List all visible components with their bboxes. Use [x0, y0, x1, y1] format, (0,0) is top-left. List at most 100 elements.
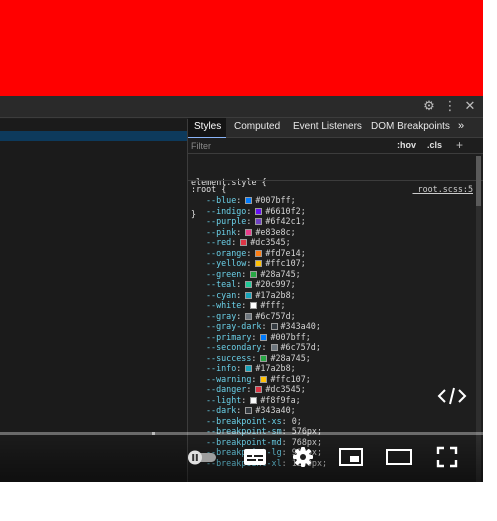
css-variable-row[interactable]: --red: #dc3545; — [206, 237, 327, 248]
color-swatch[interactable] — [245, 197, 253, 204]
tab-computed[interactable]: Computed — [234, 121, 280, 132]
css-variable-name[interactable]: --dark — [206, 405, 236, 415]
color-swatch[interactable] — [250, 270, 258, 278]
css-variable-value[interactable]: #17a2b8 — [255, 363, 290, 373]
close-icon[interactable]: ✕ — [462, 99, 478, 115]
autoplay-toggle-icon[interactable] — [186, 446, 220, 468]
more-vertical-icon[interactable]: ⋮ — [442, 99, 458, 115]
css-variable-row[interactable]: --teal: #20c997; — [206, 279, 327, 290]
css-variable-value[interactable]: #dc3545 — [265, 384, 300, 394]
color-swatch[interactable] — [255, 218, 263, 225]
color-swatch[interactable] — [260, 354, 268, 362]
css-variable-name[interactable]: --success — [206, 353, 251, 363]
css-variable-name[interactable]: --indigo — [206, 206, 246, 216]
css-variable-value[interactable]: #007bff — [255, 195, 290, 205]
css-variable-value[interactable]: #6c757d — [281, 342, 316, 352]
gear-icon[interactable]: ⚙ — [421, 99, 437, 115]
root-selector[interactable]: :root { — [191, 184, 226, 195]
css-variable-name[interactable]: --teal — [206, 279, 236, 289]
css-variable-name[interactable]: --gray-dark — [206, 321, 261, 331]
css-variable-name[interactable]: --secondary — [206, 342, 261, 352]
css-variable-row[interactable]: --primary: #007bff; — [206, 332, 327, 343]
color-swatch[interactable] — [245, 291, 253, 299]
css-variable-row[interactable]: --dark: #343a40; — [206, 405, 327, 416]
css-variable-row[interactable]: --success: #28a745; — [206, 353, 327, 364]
css-variable-value[interactable]: #f8f9fa — [260, 395, 295, 405]
color-swatch[interactable] — [270, 344, 278, 351]
tab-overflow-button[interactable]: » — [458, 120, 464, 132]
css-variable-value[interactable]: #007bff — [270, 332, 305, 342]
css-variable-name[interactable]: --breakpoint-xs — [206, 416, 282, 426]
color-swatch[interactable] — [250, 302, 258, 309]
css-variable-name[interactable]: --pink — [206, 227, 236, 237]
css-variable-value[interactable]: #ffc107 — [265, 258, 300, 268]
selected-node-row[interactable] — [0, 131, 187, 141]
css-variable-row[interactable]: --blue: #007bff; — [206, 195, 327, 206]
css-variable-value[interactable]: #20c997 — [255, 279, 290, 289]
css-variable-name[interactable]: --yellow — [206, 258, 246, 268]
css-variable-row[interactable]: --breakpoint-xs: 0; — [206, 416, 327, 427]
css-variable-name[interactable]: --primary — [206, 332, 251, 342]
fullscreen-icon[interactable] — [434, 446, 460, 468]
css-variable-value[interactable]: #fff — [260, 300, 280, 310]
color-swatch[interactable] — [270, 323, 278, 330]
filter-input[interactable] — [191, 139, 386, 152]
css-variable-row[interactable]: --yellow: #ffc107; — [206, 258, 327, 269]
color-swatch[interactable] — [245, 365, 253, 372]
color-swatch[interactable] — [240, 239, 248, 246]
color-swatch[interactable] — [255, 386, 263, 393]
css-variable-value[interactable]: #6610f2 — [265, 206, 300, 216]
color-swatch[interactable] — [255, 207, 263, 215]
tab-styles[interactable]: Styles — [188, 118, 226, 138]
subtitles-icon[interactable] — [242, 446, 268, 468]
css-variable-value[interactable]: #28a745 — [260, 269, 295, 279]
css-variable-name[interactable]: --danger — [206, 384, 246, 394]
settings-icon[interactable] — [290, 446, 316, 468]
css-variable-row[interactable]: --gray: #6c757d; — [206, 311, 327, 322]
color-swatch[interactable] — [255, 260, 263, 267]
root-source-link[interactable]: _root.scss:5 — [412, 184, 473, 195]
color-swatch[interactable] — [245, 312, 253, 320]
code-icon[interactable] — [437, 386, 467, 406]
color-swatch[interactable] — [255, 249, 263, 257]
css-variable-name[interactable]: --purple — [206, 216, 246, 226]
css-variable-row[interactable]: --danger: #dc3545; — [206, 384, 327, 395]
styles-scrollbar-thumb[interactable] — [476, 156, 481, 206]
color-swatch[interactable] — [245, 407, 253, 414]
video-player[interactable]: ⚙ ⋮ ✕ Styles Computed Event Listeners DO… — [0, 96, 483, 482]
css-variable-row[interactable]: --orange: #fd7e14; — [206, 248, 327, 259]
css-variable-row[interactable]: --indigo: #6610f2; — [206, 206, 327, 217]
css-variable-name[interactable]: --red — [206, 237, 231, 247]
css-variable-value[interactable]: #ffc107 — [270, 374, 305, 384]
new-style-rule-button[interactable]: + — [456, 138, 463, 152]
class-toggle-button[interactable]: .cls — [427, 140, 442, 150]
css-variable-row[interactable]: --warning: #ffc107; — [206, 374, 327, 385]
css-variable-value[interactable]: #e83e8c — [255, 227, 290, 237]
tab-dom-breakpoints[interactable]: DOM Breakpoints — [371, 121, 450, 132]
color-swatch[interactable] — [245, 228, 253, 236]
css-variable-name[interactable]: --warning — [206, 374, 251, 384]
progress-bar[interactable] — [0, 432, 483, 435]
css-variable-row[interactable]: --secondary: #6c757d; — [206, 342, 327, 353]
color-swatch[interactable] — [260, 375, 268, 383]
css-variable-value[interactable]: #343a40 — [255, 405, 290, 415]
color-swatch[interactable] — [260, 333, 268, 341]
css-variable-row[interactable]: --purple: #6f42c1; — [206, 216, 327, 227]
css-variable-name[interactable]: --blue — [206, 195, 236, 205]
css-variable-value[interactable]: #dc3545 — [250, 237, 285, 247]
css-variable-name[interactable]: --gray — [206, 311, 236, 321]
css-variable-row[interactable]: --info: #17a2b8; — [206, 363, 327, 374]
css-variable-value[interactable]: #6f42c1 — [265, 216, 300, 226]
css-variable-row[interactable]: --green: #28a745; — [206, 269, 327, 280]
css-variable-value[interactable]: #17a2b8 — [255, 290, 290, 300]
color-swatch[interactable] — [250, 396, 258, 404]
css-variable-row[interactable]: --gray-dark: #343a40; — [206, 321, 327, 332]
css-variable-value[interactable]: #fd7e14 — [265, 248, 300, 258]
css-variable-name[interactable]: --green — [206, 269, 241, 279]
css-variable-row[interactable]: --white: #fff; — [206, 300, 327, 311]
css-variable-value[interactable]: #28a745 — [270, 353, 305, 363]
tab-event-listeners[interactable]: Event Listeners — [293, 121, 362, 132]
css-variable-name[interactable]: --white — [206, 300, 241, 310]
css-variable-name[interactable]: --light — [206, 395, 241, 405]
theater-mode-icon[interactable] — [386, 446, 412, 468]
